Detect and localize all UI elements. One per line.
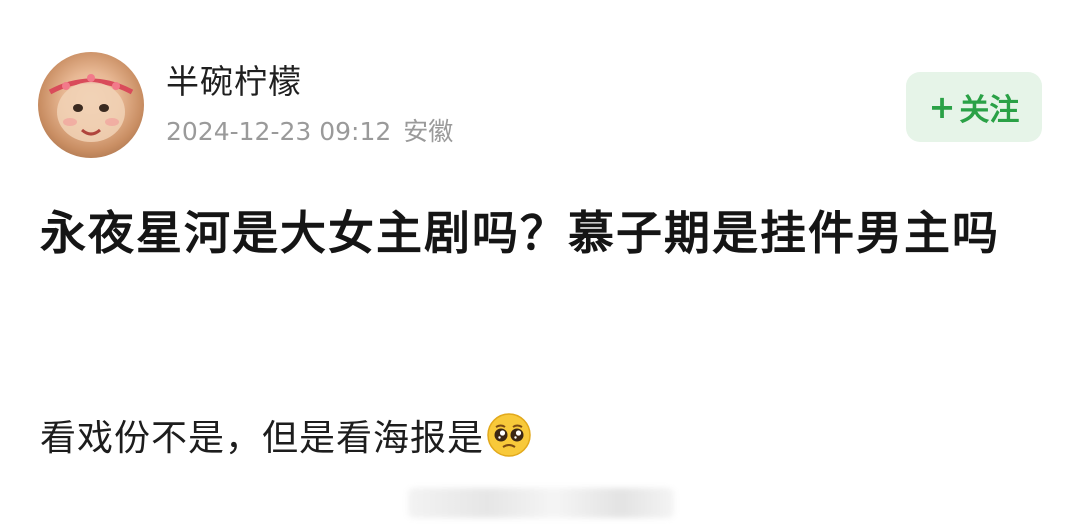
post-meta: 2024-12-23 09:12 安徽 [166,116,453,148]
blurred-content-strip [408,488,674,518]
follow-label: 关注 [959,93,1020,128]
plus-icon: + [928,88,956,126]
post-body-text: 看戏份不是，但是看海报是 [40,418,485,459]
avatar[interactable] [38,52,144,158]
post-timestamp: 2024-12-23 09:12 [166,117,392,146]
pleading-face-icon [486,412,532,458]
follow-button[interactable]: + 关注 [906,72,1042,142]
post-header: 半碗柠檬 2024-12-23 09:12 安徽 + 关注 [38,52,1048,162]
post-card: 半碗柠檬 2024-12-23 09:12 安徽 + 关注 永夜星河是大女主剧吗？慕… [0,0,1080,529]
post-location: 安徽 [403,117,454,146]
post-body: 看戏份不是，但是看海报是 [40,412,532,465]
post-title[interactable]: 永夜星河是大女主剧吗？慕子期是挂件男主吗 [40,200,1045,266]
author-name[interactable]: 半碗柠檬 [166,62,302,102]
